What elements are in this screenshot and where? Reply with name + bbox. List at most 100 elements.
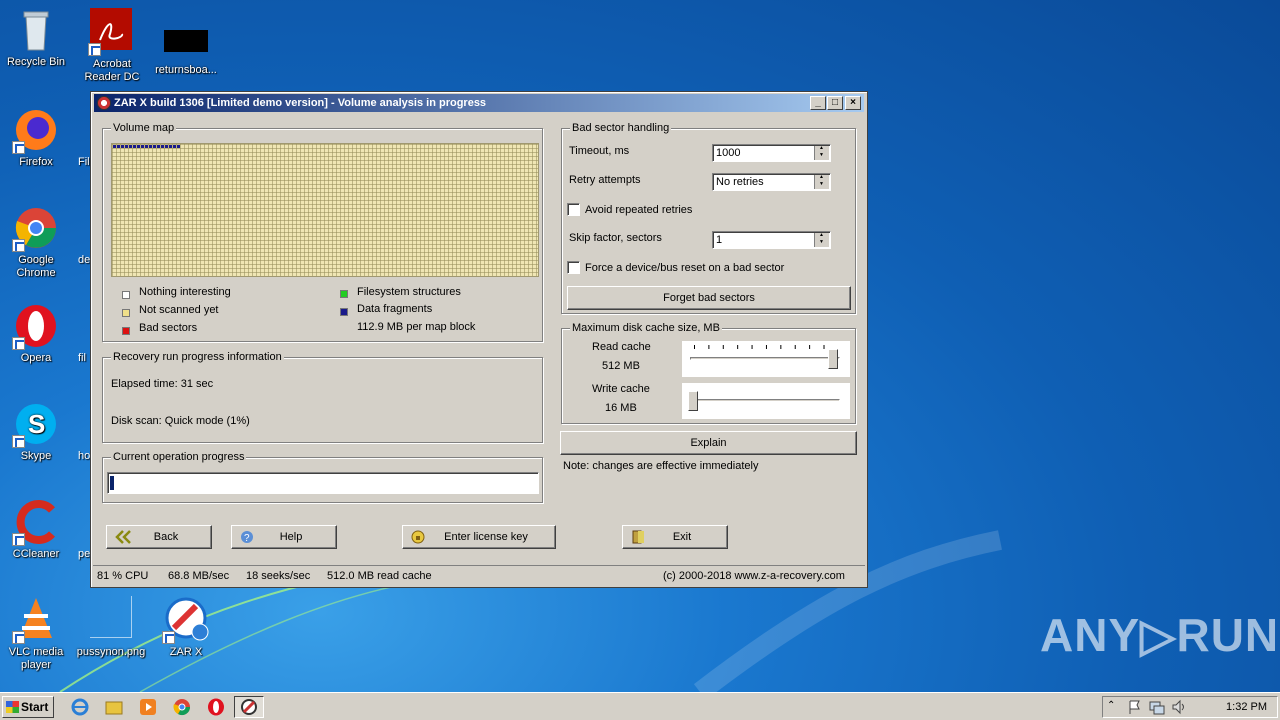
media-player-icon[interactable] (138, 697, 158, 717)
bus-reset-checkbox[interactable] (567, 261, 580, 274)
minimize-button[interactable]: _ (810, 96, 826, 110)
timeout-value: 1000 (716, 147, 741, 159)
legend-data-fragments: Data fragments (357, 303, 433, 315)
chrome-taskbar-icon[interactable] (172, 697, 192, 717)
legend-swatch-data-fragments (340, 308, 348, 316)
seek-rate: 18 seeks/sec (246, 570, 311, 582)
window-title: ZAR X build 1306 [Limited demo version] … (114, 97, 487, 109)
legend-filesystem: Filesystem structures (357, 286, 461, 298)
system-tray: ⌃ 1:32 PM (1102, 696, 1278, 718)
desktop-cut-label: Fil (78, 156, 90, 168)
cpu-usage: 81 % CPU (97, 570, 149, 582)
desktop-icon-zar-x[interactable]: ZAR X (148, 596, 224, 659)
desktop-cut-label: ho (78, 450, 91, 462)
desktop-icon-recycle-bin[interactable]: Recycle Bin (0, 6, 74, 69)
map-block-size: 112.9 MB per map block (357, 321, 476, 333)
help-button[interactable]: ? Help (231, 525, 337, 549)
help-icon: ? (240, 530, 256, 544)
read-cache-status: 512.0 MB read cache (327, 570, 432, 582)
timeout-spinner[interactable]: 1000 (712, 144, 831, 162)
spinner-arrows-icon[interactable] (814, 232, 829, 247)
desktop-icon-vlc[interactable]: VLC media player (0, 596, 74, 672)
write-cache-slider[interactable] (682, 383, 850, 419)
clock[interactable]: 1:32 PM (1226, 701, 1267, 713)
desktop-icon-chrome[interactable]: Google Chrome (0, 204, 74, 280)
maximize-button[interactable]: □ (827, 96, 843, 110)
write-cache-thumb[interactable] (688, 391, 698, 411)
forget-bad-sectors-button[interactable]: Forget bad sectors (567, 286, 851, 310)
acrobat-reader-icon (88, 8, 136, 56)
firefox-icon (12, 106, 60, 154)
explorer-icon[interactable] (104, 697, 124, 717)
zar-taskbar-icon[interactable] (234, 696, 264, 718)
lock-icon (411, 530, 427, 544)
skype-icon: S (12, 400, 60, 448)
recovery-progress-group: Recovery run progress information Elapse… (102, 351, 543, 443)
read-speed: 68.8 MB/sec (168, 570, 230, 582)
read-cache-value: 512 MB (602, 360, 640, 372)
ie-icon[interactable] (70, 697, 90, 717)
scanned-blocks (113, 145, 181, 148)
avoid-retries-label[interactable]: Avoid repeated retries (585, 204, 692, 216)
back-button[interactable]: Back (106, 525, 212, 549)
status-bar: 81 % CPU 68.8 MB/sec 18 seeks/sec 512.0 … (93, 565, 865, 585)
legend-swatch-bad-sectors (122, 327, 130, 335)
current-op-title: Current operation progress (111, 451, 247, 463)
desktop-icon-firefox[interactable]: Firefox (0, 106, 74, 169)
operation-progress-bar (107, 472, 539, 494)
opera-taskbar-icon[interactable] (206, 697, 226, 717)
progress-fill (110, 476, 114, 490)
desktop-icon-pussynon[interactable]: pussynon.png (73, 596, 149, 659)
legend-nothing: Nothing interesting (139, 286, 231, 298)
bad-sector-title: Bad sector handling (570, 122, 672, 134)
svg-text:?: ? (244, 533, 250, 544)
bad-sector-group: Bad sector handling Timeout, ms 1000 Ret… (561, 122, 856, 314)
volume-map-group: Volume map Nothing interesting Not scann… (102, 122, 543, 342)
chrome-icon (12, 204, 60, 252)
retry-spinner[interactable]: No retries (712, 173, 831, 191)
slider-ticks (694, 345, 836, 349)
volume-icon[interactable] (1171, 699, 1187, 715)
taskbar: Start ⌃ 1:32 PM (0, 692, 1280, 720)
zar-window: ZAR X build 1306 [Limited demo version] … (90, 91, 868, 588)
enter-license-key-button[interactable]: Enter license key (402, 525, 556, 549)
retry-value: No retries (716, 176, 764, 188)
read-cache-slider[interactable] (682, 341, 850, 377)
legend-not-scanned: Not scanned yet (139, 304, 219, 316)
disk-scan-status: Disk scan: Quick mode (1%) (111, 415, 250, 427)
desktop-cut-label: de (78, 254, 91, 266)
avoid-retries-checkbox[interactable] (567, 203, 580, 216)
desktop-icon-skype[interactable]: S Skype (0, 400, 74, 463)
action-center-flag-icon[interactable] (1127, 699, 1143, 715)
read-cache-thumb[interactable] (828, 349, 838, 369)
spinner-arrows-icon[interactable] (814, 174, 829, 189)
start-button[interactable]: Start (2, 696, 54, 718)
skip-factor-spinner[interactable]: 1 (712, 231, 831, 249)
svg-text:S: S (28, 409, 45, 439)
explain-button[interactable]: Explain (560, 431, 857, 455)
desktop-icon-ccleaner[interactable]: CCleaner (0, 498, 74, 561)
write-cache-value: 16 MB (605, 402, 637, 414)
window-titlebar[interactable]: ZAR X build 1306 [Limited demo version] … (94, 94, 864, 112)
bus-reset-label[interactable]: Force a device/bus reset on a bad sector (585, 262, 784, 274)
skip-factor-value: 1 (716, 234, 723, 246)
elapsed-time: Elapsed time: 31 sec (111, 378, 214, 390)
cache-group: Maximum disk cache size, MB Read cache 5… (561, 322, 856, 424)
close-button[interactable]: × (845, 96, 861, 110)
cache-title: Maximum disk cache size, MB (570, 322, 722, 334)
desktop-icon-returnsboa[interactable]: returnsboa... (148, 24, 224, 77)
slider-track (690, 399, 840, 402)
network-icon[interactable] (1149, 699, 1165, 715)
desktop-icon-opera[interactable]: Opera (0, 302, 74, 365)
volume-map-title: Volume map (111, 122, 177, 134)
vlc-icon (12, 596, 60, 644)
exit-button[interactable]: Exit (622, 525, 728, 549)
desktop-icon-acrobat[interactable]: Acrobat Reader DC (74, 8, 150, 84)
anyrun-watermark: ANY▷RUN (1040, 609, 1280, 661)
current-op-group: Current operation progress (102, 451, 543, 503)
write-cache-label: Write cache (592, 383, 650, 395)
spinner-arrows-icon[interactable] (814, 145, 829, 160)
desktop-cut-label: fil (78, 352, 86, 364)
show-hidden-icons-icon[interactable]: ⌃ (1107, 699, 1119, 713)
exit-door-icon (631, 530, 647, 544)
